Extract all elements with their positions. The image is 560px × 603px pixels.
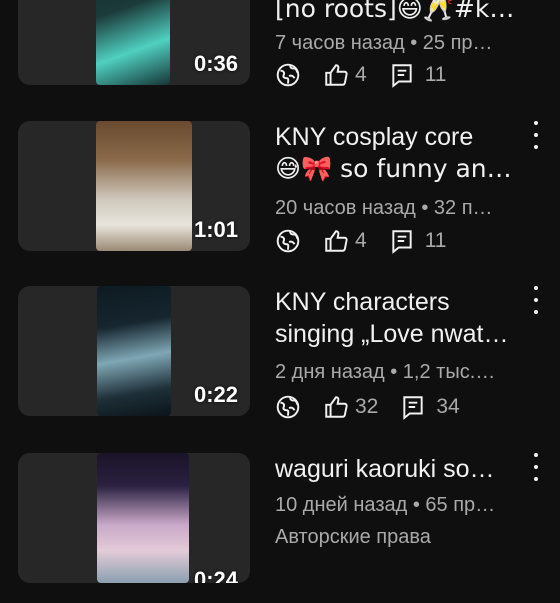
video-item[interactable]: 0:36 [no roots]😄🥂#ki… 7 часов назад • 25…	[0, 0, 560, 105]
video-duration: 0:22	[193, 382, 238, 407]
like-count: 32	[355, 395, 379, 418]
video-stats: 4 11	[275, 61, 447, 89]
video-item[interactable]: 1:01 KNY cosplay core 😅🎀 so funny and… 2…	[0, 121, 560, 271]
video-meta: 2 дня назад • 1,2 тыс.…	[275, 361, 496, 383]
comment-count: 11	[424, 229, 447, 252]
thumbnail-image	[96, 0, 170, 85]
video-duration: 0:24	[193, 567, 238, 583]
thumbnail-image	[97, 286, 171, 416]
thumbs-up-icon[interactable]	[323, 62, 349, 88]
video-thumbnail[interactable]: 1:01	[18, 121, 250, 251]
video-thumbnail[interactable]: 0:22	[18, 286, 250, 416]
video-duration: 0:36	[193, 51, 238, 76]
video-title[interactable]: KNY characters singing „Love nwat…	[275, 286, 530, 350]
comment-icon[interactable]	[389, 228, 415, 254]
video-item[interactable]: 0:22 KNY characters singing „Love nwat… …	[0, 286, 560, 436]
globe-icon	[275, 394, 301, 420]
thumbs-up-icon[interactable]	[323, 228, 349, 254]
video-title[interactable]: waguri kaoruki so…	[275, 453, 530, 485]
thumbnail-image	[97, 453, 189, 583]
video-item[interactable]: 0:24 waguri kaoruki so… 10 дней назад • …	[0, 453, 560, 603]
more-vert-icon[interactable]	[530, 286, 542, 314]
video-stats: 4 11	[275, 227, 447, 255]
video-meta: 7 часов назад • 25 пр…	[275, 32, 493, 54]
video-meta: 20 часов назад • 32 п…	[275, 197, 493, 219]
video-title[interactable]: KNY cosplay core 😅🎀 so funny and…	[275, 121, 530, 185]
like-count: 4	[355, 229, 367, 252]
like-count: 4	[355, 63, 367, 86]
more-vert-icon[interactable]	[530, 121, 542, 149]
copyright-label: Авторские права	[275, 526, 431, 548]
comment-icon[interactable]	[400, 394, 426, 420]
video-thumbnail[interactable]: 0:36	[18, 0, 250, 85]
video-title[interactable]: [no roots]😄🥂#ki…	[275, 0, 530, 25]
more-vert-icon[interactable]	[530, 453, 542, 481]
comment-count: 11	[424, 63, 447, 86]
video-thumbnail[interactable]: 0:24	[18, 453, 250, 583]
comment-count: 34	[436, 395, 460, 418]
video-meta: 10 дней назад • 65 пр…	[275, 494, 496, 516]
comment-icon[interactable]	[389, 62, 415, 88]
video-duration: 1:01	[193, 217, 238, 242]
thumbs-up-icon[interactable]	[323, 394, 349, 420]
globe-icon	[275, 62, 301, 88]
video-stats: 32 34	[275, 393, 460, 421]
thumbnail-image	[96, 121, 192, 251]
globe-icon	[275, 228, 301, 254]
